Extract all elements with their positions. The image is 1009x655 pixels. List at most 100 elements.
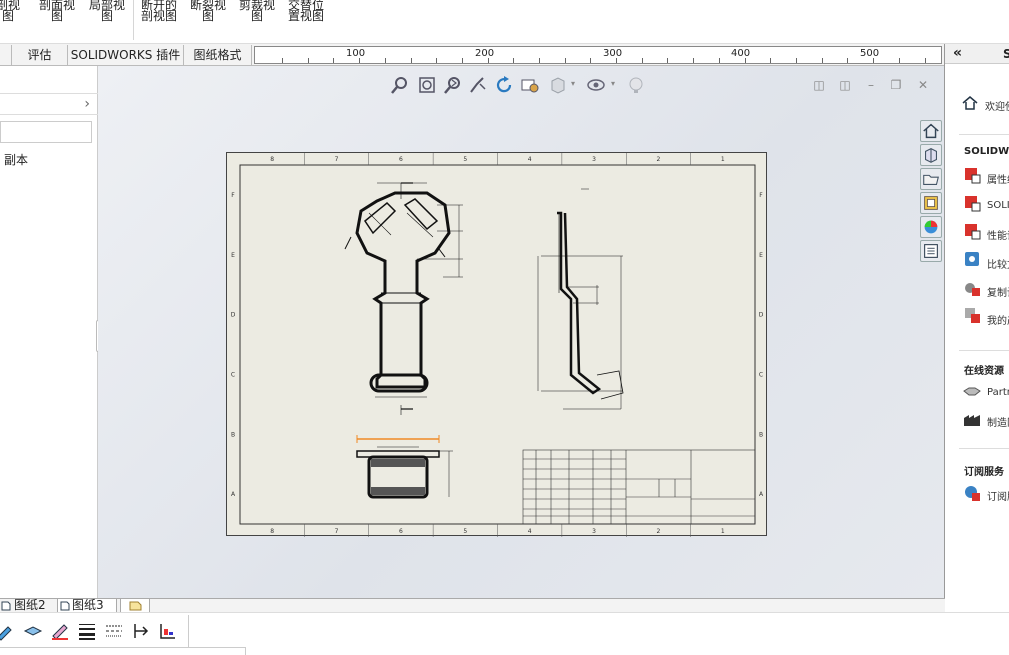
sheet-row-labels: F F E E D D C C B B A A: [231, 192, 764, 498]
sheet-column-label: 4: [528, 156, 532, 163]
edit-sketch-icon[interactable]: [0, 621, 16, 641]
chevron-down-icon[interactable]: ▾: [571, 79, 575, 88]
tab-evaluate[interactable]: 评估: [12, 45, 68, 65]
horizontal-ruler: 100 200 300 400 500: [254, 46, 942, 64]
sheet-row-label: E: [759, 252, 763, 259]
task-tool-link[interactable]: 我的产: [987, 312, 1009, 327]
sheet-column-label: 1: [721, 528, 725, 535]
tab-hidden-edge[interactable]: [0, 45, 12, 65]
appearances-icon[interactable]: [920, 216, 942, 238]
sheet-column-label: 5: [463, 528, 467, 535]
tab-sheet-format[interactable]: 图纸格式: [184, 45, 252, 65]
crop-view-button[interactable]: 剪裁视 图: [233, 0, 281, 24]
welcome-link[interactable]: 欢迎使: [985, 98, 1009, 113]
line-thickness-icon[interactable]: [77, 621, 97, 641]
design-library-icon[interactable]: [920, 144, 942, 166]
sheet-row-label: D: [231, 312, 236, 319]
bottom-toolbar: [0, 612, 1009, 655]
home-icon[interactable]: [920, 120, 942, 142]
hide-show-edges-icon[interactable]: [131, 621, 151, 641]
ruler-tick: [925, 58, 926, 63]
sheet-tab-3-active[interactable]: 图纸3: [57, 599, 117, 613]
sheet-column-label: 7: [335, 528, 339, 535]
ribbon-separator: [133, 0, 134, 40]
file-explorer-icon[interactable]: [920, 168, 942, 190]
online-resources-heading: 在线资源: [964, 366, 1004, 377]
task-tool-link[interactable]: 性能评: [987, 227, 1009, 242]
ruler-tick: [385, 58, 386, 63]
task-tool-link[interactable]: 复制设: [987, 284, 1009, 299]
sheet-row-label: C: [759, 371, 763, 378]
ruler-tick: [847, 58, 848, 63]
display-style-icon[interactable]: [548, 75, 568, 95]
sheet-row-label: D: [759, 312, 764, 319]
sheet-column-label: 6: [399, 528, 403, 535]
broken-out-section-button[interactable]: 断开的 剖视图: [135, 0, 183, 24]
filter-input[interactable]: [0, 121, 92, 143]
layer-icon[interactable]: [23, 621, 43, 641]
minimize-icon[interactable]: –: [864, 78, 878, 92]
solidworks-rx-icon: [965, 196, 981, 212]
zoom-area-icon[interactable]: [417, 75, 437, 95]
online-resource-link[interactable]: 制造网: [987, 414, 1009, 429]
sheet-row-label: A: [231, 491, 236, 498]
section-view-button[interactable]: 剖视 图: [0, 0, 32, 24]
line-style-icon[interactable]: [104, 621, 124, 641]
property-editor-icon: [965, 168, 981, 184]
task-tool-link[interactable]: SOLID: [987, 200, 1009, 211]
sheet-row-label: A: [759, 491, 764, 498]
tile-right-icon[interactable]: ◫: [838, 78, 852, 92]
break-view-button[interactable]: 断裂视 图: [184, 0, 232, 24]
task-tool-link[interactable]: 比较文: [987, 256, 1009, 271]
ruler-tick: [745, 58, 746, 63]
close-icon[interactable]: ✕: [916, 78, 930, 92]
collapse-task-pane-button[interactable]: «: [953, 45, 962, 61]
detail-view-button[interactable]: 局部视 图: [83, 0, 131, 24]
panel-row[interactable]: ›: [0, 93, 98, 115]
ruler-mark: 300: [603, 48, 623, 59]
view-settings-icon[interactable]: [520, 75, 540, 95]
ruler-tick: [539, 58, 540, 63]
task-tool-link[interactable]: 属性编: [987, 171, 1009, 186]
add-sheet-button[interactable]: [120, 599, 150, 613]
line-color-icon[interactable]: [50, 621, 70, 641]
zoom-to-fit-icon[interactable]: [390, 75, 410, 95]
chevron-down-icon[interactable]: ▾: [611, 79, 615, 88]
subscription-globe-icon: [965, 486, 980, 501]
ruler-tick: [565, 58, 566, 63]
ruler-tick: [590, 58, 591, 63]
restore-icon[interactable]: ❐: [889, 78, 903, 92]
ruler-tick: [899, 58, 900, 63]
aligned-section-view-button[interactable]: 剖面视 图: [33, 0, 81, 24]
command-ribbon: 剖视 图 剖面视 图 局部视 图 断开的 剖视图 断裂视 图 剪裁视 图 交替位…: [0, 0, 1009, 44]
online-resource-link[interactable]: Partne: [987, 387, 1009, 398]
chevron-right-icon[interactable]: ›: [84, 96, 90, 112]
home-icon: [962, 96, 978, 110]
subscription-link[interactable]: 订阅服: [987, 488, 1009, 503]
task-pane: « S 欢迎使 SOLIDWO 属性编 SOLID 性能评 比较文 复制设 我的…: [944, 44, 1009, 610]
copy-tree-item[interactable]: 副本: [4, 151, 28, 168]
tile-left-icon[interactable]: ◫: [812, 78, 826, 92]
sheet-row-label: B: [759, 431, 763, 438]
tab-solidworks-addins[interactable]: SOLIDWORKS 插件: [68, 45, 184, 65]
view-palette-icon[interactable]: [920, 192, 942, 214]
rotate-icon[interactable]: [494, 75, 514, 95]
pan-icon[interactable]: [468, 75, 488, 95]
sheet-row-label: E: [231, 252, 235, 259]
hide-show-items-icon[interactable]: [586, 75, 606, 95]
alternate-position-view-button[interactable]: 交替位 置视图: [282, 0, 330, 24]
color-display-mode-icon[interactable]: [158, 621, 178, 641]
solidworks-tools-heading: SOLIDWO: [964, 146, 1009, 157]
copy-settings-wizard-icon: [965, 283, 980, 296]
sheet-row-label: F: [231, 192, 235, 199]
previous-view-icon[interactable]: [443, 75, 463, 95]
ruler-mark: 100: [346, 48, 366, 59]
sheet-icon: [1, 601, 11, 611]
appearance-icon[interactable]: [626, 75, 646, 95]
sheet-column-labels: 8 7 6 5 4 3 2 1: [270, 153, 725, 537]
ruler-tick: [282, 58, 283, 63]
custom-properties-icon[interactable]: [920, 240, 942, 262]
sheet-tab-2[interactable]: 图纸2: [0, 599, 56, 613]
handshake-icon: [963, 387, 981, 396]
drawing-sheet[interactable]: 8 7 6 5 4 3 2 1 8 7 6 5 4 3 2 1 F F E E D D C C B B A A: [226, 152, 767, 537]
